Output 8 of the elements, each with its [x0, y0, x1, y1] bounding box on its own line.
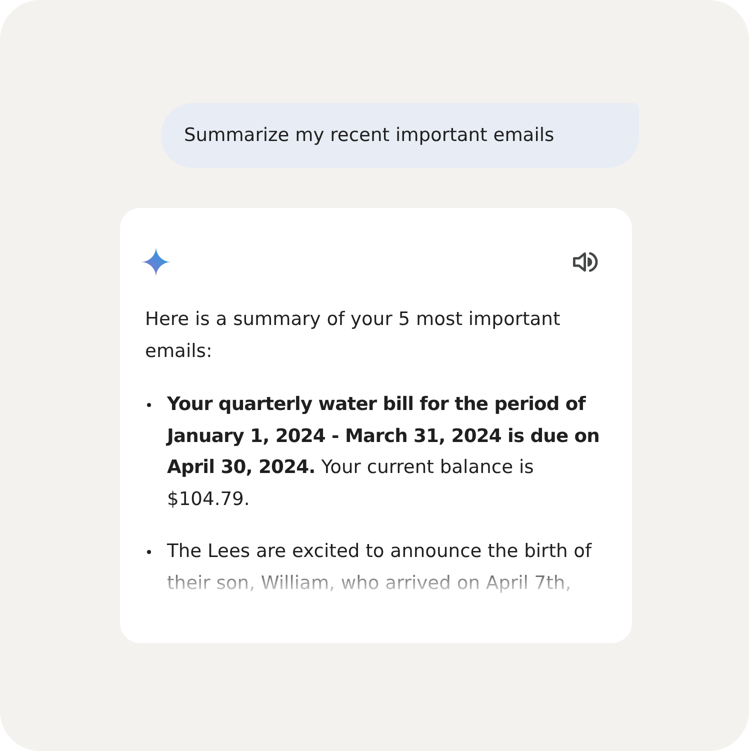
bullet-icon: [147, 550, 151, 554]
response-intro: Here is a summary of your 5 most important emails:: [145, 308, 562, 364]
user-message: Summarize my recent important emails: [161, 103, 639, 168]
bullet-icon: [147, 403, 151, 407]
bullet-text: The Lees are excited to announce the birth of their son, William, who arrived on April 7th,: [167, 540, 593, 596]
sparkle-icon: [141, 247, 171, 277]
speaker-icon[interactable]: [572, 251, 598, 273]
bullet-text: Your quarterly water bill for the period of January 1, 2024 - March 31, 2024 is due on April 30, 2024. Your current balance is $104.79.: [167, 393, 600, 512]
